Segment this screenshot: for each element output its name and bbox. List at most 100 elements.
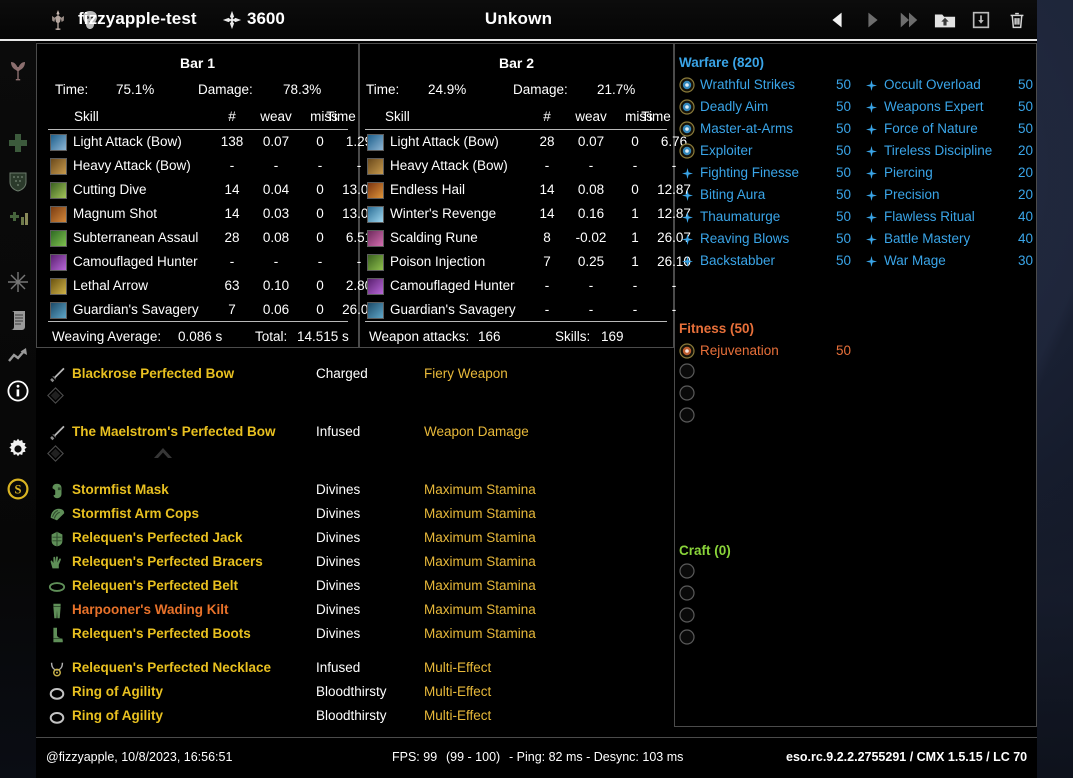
sidebar-item-superstar[interactable]: S — [2, 475, 34, 507]
sidebar-item-damage-taken[interactable] — [2, 168, 34, 200]
gear-row[interactable]: Harpooner's Wading Kilt Divines Maximum St… — [36, 599, 666, 623]
necklace-icon — [48, 660, 66, 681]
skill-miss: 0 — [631, 134, 639, 149]
gear-trait: Bloodthirsty — [316, 684, 387, 699]
champion-star-value: 20 — [1018, 165, 1034, 180]
belt-icon — [48, 578, 66, 599]
champion-star-row[interactable]: Tireless Discipline 20 — [674, 141, 1037, 163]
skill-row[interactable]: Camouflaged Hunter - - - - — [48, 251, 361, 275]
champion-star-value: 50 — [1018, 121, 1034, 136]
skill-miss: 0 — [631, 182, 639, 197]
gear-row[interactable]: Blackrose Perfected Bow Charged Fiery Weap… — [36, 363, 666, 404]
empty-slot[interactable] — [679, 407, 695, 424]
skill-row[interactable]: Heavy Attack (Bow) - - - - — [365, 155, 676, 179]
sidebar-item-info[interactable] — [2, 377, 34, 409]
bar2-damage-label: Damage: — [513, 82, 568, 97]
play-button[interactable] — [858, 5, 888, 35]
gear-row[interactable]: Relequen's Perfected Necklace Infused Mult… — [36, 657, 666, 681]
champion-star-row[interactable]: Weapons Expert 50 — [674, 97, 1037, 119]
skill-row[interactable]: Poison Injection 7 0.25 1 26.10 — [365, 251, 691, 275]
skill-miss: - — [632, 278, 638, 293]
gear-row[interactable]: Relequen's Perfected Belt Divines Maximum … — [36, 575, 666, 599]
skill-miss: - — [317, 254, 323, 269]
skill-miss: 0 — [316, 302, 324, 317]
skill-row[interactable]: Cutting Dive 14 0.04 0 13.04 — [48, 179, 376, 203]
champion-star-value: 20 — [1018, 187, 1034, 202]
champion-star-row[interactable]: Force of Nature 50 — [674, 119, 1037, 141]
gear-item-name: Relequen's Perfected Jack — [72, 530, 243, 545]
skill-row[interactable]: Lethal Arrow 63 0.10 0 2.80 — [48, 275, 372, 299]
gear-row[interactable]: Ring of Agility Bloodthirsty Multi-Effect — [36, 681, 666, 705]
empty-slot[interactable] — [679, 363, 695, 380]
sidebar-item-damage-done[interactable] — [2, 57, 34, 89]
bar2-col-count: # — [543, 109, 551, 124]
gear-row[interactable]: Relequen's Perfected Boots Divines Maximum… — [36, 623, 666, 647]
skill-count: 14 — [224, 182, 240, 197]
previous-fight-button[interactable] — [822, 5, 852, 35]
gear-item-name: Stormfist Arm Cops — [72, 506, 200, 521]
skill-row[interactable]: Light Attack (Bow) 28 0.07 0 6.76 — [365, 131, 687, 155]
skill-row[interactable]: Subterranean Assaul 28 0.08 0 6.51 — [48, 227, 372, 251]
skill-row[interactable]: Guardian's Savagery 7 0.06 0 26.09 — [48, 299, 376, 323]
bar2-header-rule — [365, 129, 667, 130]
gear-enchantment: Multi-Effect — [424, 660, 492, 675]
skill-row[interactable]: Light Attack (Bow) 138 0.07 0 1.29 — [48, 131, 372, 155]
sidebar-item-effects[interactable] — [2, 268, 34, 300]
gear-item-name: Blackrose Perfected Bow — [72, 366, 235, 381]
skill-count: 14 — [539, 182, 555, 197]
skill-weav: - — [588, 278, 594, 293]
empty-slot[interactable] — [679, 385, 695, 402]
skill-row[interactable]: Camouflaged Hunter - - - - — [365, 275, 676, 299]
bar2-footer-value-0: 166 — [478, 329, 501, 344]
gear-row[interactable]: Ring of Agility Bloodthirsty Multi-Effect — [36, 705, 666, 729]
sidebar-item-graphs[interactable] — [2, 342, 34, 374]
gear-row[interactable]: Relequen's Perfected Bracers Divines Maxim… — [36, 551, 666, 575]
champion-star-row[interactable]: Battle Mastery 40 — [674, 229, 1037, 251]
skill-row[interactable]: Guardian's Savagery - - - - — [365, 299, 676, 323]
gear-row[interactable]: The Maelstrom's Perfected Bow Infused Weap… — [36, 421, 666, 462]
save-button[interactable] — [966, 5, 996, 35]
sidebar-item-settings[interactable] — [2, 435, 34, 467]
empty-slot[interactable] — [679, 585, 695, 602]
empty-slot[interactable] — [679, 607, 695, 624]
sidebar-item-log[interactable] — [2, 306, 34, 338]
skill-row[interactable]: Heavy Attack (Bow) - - - - — [48, 155, 361, 179]
skill-name: Scalding Rune — [390, 230, 478, 245]
champion-star-row[interactable]: Flawless Ritual 40 — [674, 207, 1037, 229]
gear-trait: Bloodthirsty — [316, 708, 387, 723]
champion-star-row[interactable]: War Mage 30 — [674, 251, 1037, 273]
next-fight-button[interactable] — [894, 5, 924, 35]
empty-slot[interactable] — [679, 629, 695, 646]
champion-star-row[interactable]: Precision 20 — [674, 185, 1037, 207]
status-bar: @fizzyapple, 10/8/2023, 16:56:51 FPS: 99… — [36, 737, 1037, 778]
champion-star-row[interactable]: Piercing 20 — [674, 163, 1037, 185]
skill-name: Lethal Arrow — [73, 278, 149, 293]
champion-star-row[interactable]: Rejuvenation 50 — [674, 341, 1037, 363]
skill-row[interactable]: Endless Hail 14 0.08 0 12.87 — [365, 179, 691, 203]
gear-row[interactable]: Stormfist Mask Divines Maximum Stamina — [36, 479, 666, 503]
champion-star-row[interactable]: Occult Overload 50 — [674, 75, 1037, 97]
skill-miss: 1 — [631, 206, 639, 221]
sidebar-item-buffs-debuffs[interactable] — [2, 204, 34, 236]
bar1-col-time: Time — [326, 109, 356, 124]
champion-star-name: Weapons Expert — [884, 99, 984, 114]
delete-button[interactable] — [1002, 5, 1032, 35]
empty-slot[interactable] — [679, 563, 695, 580]
gear-trait: Divines — [316, 482, 361, 497]
cross-icon — [6, 131, 30, 160]
skill-row[interactable]: Scalding Rune 8 -0.02 1 26.07 — [365, 227, 691, 251]
bar2-col-weav: weav — [575, 109, 607, 124]
upgrade-icon — [150, 445, 176, 466]
sidebar-item-healing-done[interactable] — [2, 129, 34, 161]
gear-row[interactable]: Stormfist Arm Cops Divines Maximum Stamina — [36, 503, 666, 527]
skill-name: Cutting Dive — [73, 182, 147, 197]
gear-item-name: Ring of Agility — [72, 684, 163, 699]
bar2-footer-label-1: Skills: — [555, 329, 591, 344]
skill-row[interactable]: Winter's Revenge 14 0.16 1 12.87 — [365, 203, 691, 227]
skill-miss: 0 — [316, 134, 324, 149]
upload-button[interactable] — [930, 5, 960, 35]
content-area: Bar 1 Time: 75.1% Damage: 78.3% Skill # … — [36, 43, 1037, 735]
gear-enchantment: Multi-Effect — [424, 684, 492, 699]
gear-row[interactable]: Relequen's Perfected Jack Divines Maximum … — [36, 527, 666, 551]
skill-row[interactable]: Magnum Shot 14 0.03 0 13.04 — [48, 203, 376, 227]
